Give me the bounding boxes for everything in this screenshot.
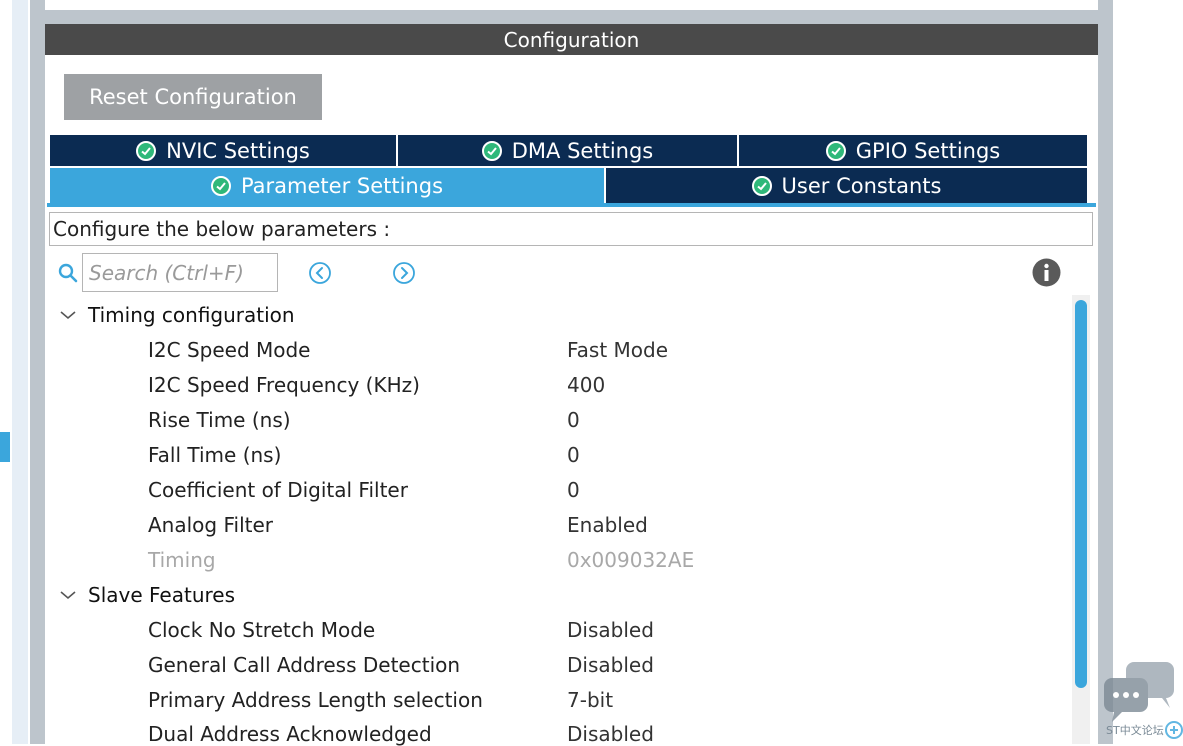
param-name: I2C Speed Frequency (KHz)	[148, 373, 420, 397]
check-circle-icon	[210, 175, 231, 196]
check-circle-icon	[136, 140, 157, 161]
left-sidebar-marker[interactable]	[0, 432, 10, 462]
check-circle-icon	[825, 140, 846, 161]
param-value[interactable]: Disabled	[567, 653, 654, 677]
param-name: Clock No Stretch Mode	[148, 618, 376, 642]
description-text: Configure the below parameters :	[53, 217, 391, 241]
param-name: Fall Time (ns)	[148, 443, 282, 467]
param-value[interactable]: Disabled	[567, 618, 654, 642]
param-value[interactable]: Disabled	[567, 722, 654, 746]
param-name: I2C Speed Mode	[148, 338, 311, 362]
group-timing-configuration[interactable]: Timing configuration	[58, 303, 295, 327]
tab-parameter-settings[interactable]: Parameter Settings	[50, 168, 604, 203]
left-sidebar-strip	[12, 0, 28, 744]
tab-dma-settings[interactable]: DMA Settings	[398, 135, 737, 166]
configuration-header: Configuration	[45, 24, 1098, 55]
param-name: General Call Address Detection	[148, 653, 461, 677]
param-name: Analog Filter	[148, 513, 273, 537]
chevron-down-icon[interactable]	[58, 308, 78, 322]
param-name: Coefficient of Digital Filter	[148, 478, 408, 502]
param-name: Timing	[148, 548, 216, 572]
param-name: Rise Time (ns)	[148, 408, 291, 432]
param-value: 0x009032AE	[567, 548, 695, 572]
param-value[interactable]: Enabled	[567, 513, 648, 537]
search-input[interactable]	[82, 253, 278, 292]
panel-top-area	[45, 0, 1098, 10]
tab-label: NVIC Settings	[166, 138, 310, 163]
scrollbar-thumb[interactable]	[1075, 300, 1087, 688]
tab-label: GPIO Settings	[855, 138, 1001, 163]
tab-underline	[47, 203, 1096, 207]
reset-configuration-button[interactable]: Reset Configuration	[64, 74, 322, 120]
configuration-title: Configuration	[503, 27, 640, 52]
tab-gpio-settings[interactable]: GPIO Settings	[739, 135, 1087, 166]
search-icon[interactable]	[57, 262, 79, 284]
tab-label: User Constants	[781, 173, 942, 198]
tab-label: Parameter Settings	[240, 173, 444, 198]
previous-result-icon[interactable]	[308, 261, 332, 285]
next-result-icon[interactable]	[392, 261, 416, 285]
info-icon[interactable]	[1032, 258, 1061, 287]
param-value[interactable]: 0	[567, 443, 580, 467]
check-circle-icon	[481, 140, 502, 161]
check-circle-icon	[751, 175, 772, 196]
group-slave-features[interactable]: Slave Features	[58, 583, 235, 607]
param-name: Primary Address Length selection	[148, 688, 483, 712]
tab-label: DMA Settings	[511, 138, 654, 163]
param-name: Dual Address Acknowledged	[148, 722, 432, 746]
group-title: Timing configuration	[88, 303, 295, 327]
param-value[interactable]: 400	[567, 373, 605, 397]
group-title: Slave Features	[88, 583, 236, 607]
param-value[interactable]: 0	[567, 408, 580, 432]
parameters-description: Configure the below parameters :	[49, 212, 1093, 246]
tab-user-constants[interactable]: User Constants	[606, 168, 1087, 203]
tab-nvic-settings[interactable]: NVIC Settings	[50, 135, 396, 166]
chat-widget-label[interactable]: ST中文论坛	[1106, 722, 1164, 738]
param-value[interactable]: 0	[567, 478, 580, 502]
chevron-down-icon[interactable]	[58, 588, 78, 602]
param-value[interactable]: Fast Mode	[567, 338, 668, 362]
param-value[interactable]: 7-bit	[567, 688, 613, 712]
